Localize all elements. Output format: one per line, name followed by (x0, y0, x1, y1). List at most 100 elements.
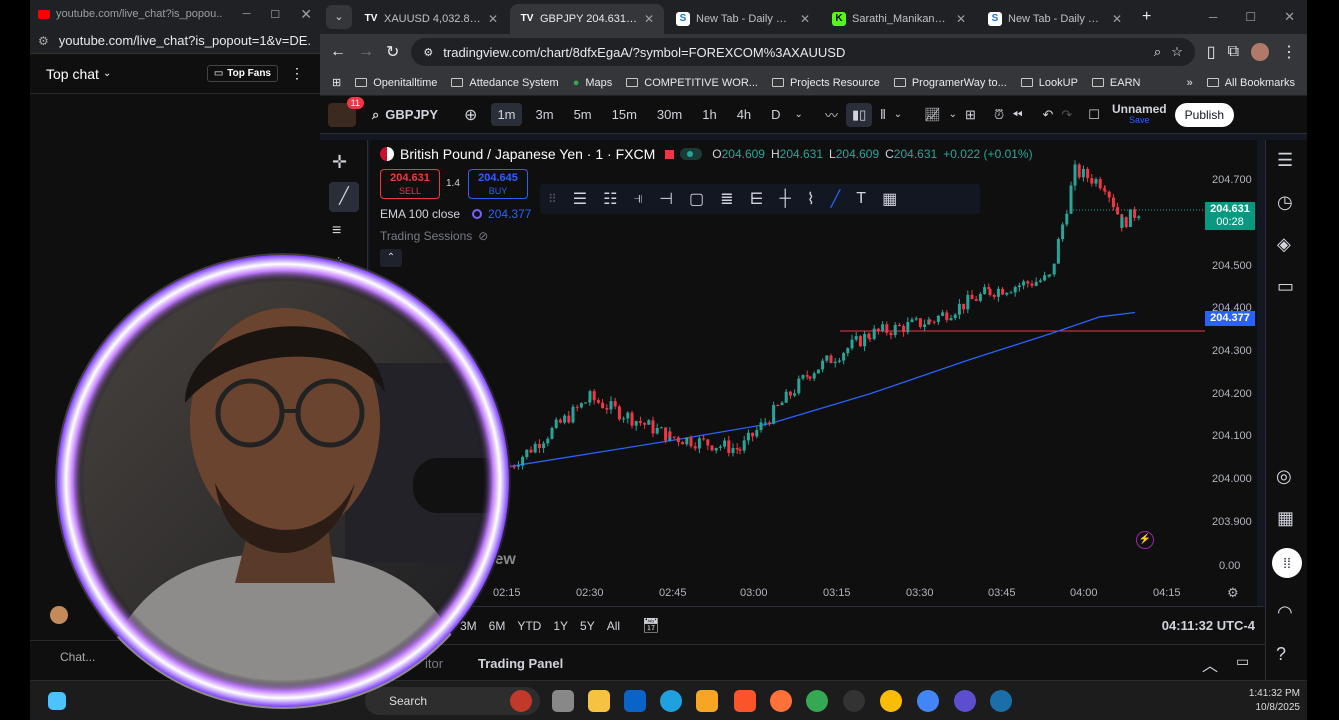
layouts-icon[interactable]: ⊞ (965, 107, 976, 123)
range-5y[interactable]: 5Y (580, 619, 595, 633)
interval-15m[interactable]: 15m (606, 103, 643, 126)
zoom-icon[interactable]: ⌕ (1154, 44, 1161, 60)
range-all[interactable]: All (607, 619, 620, 633)
bookmark-competitive[interactable]: COMPETITIVE WOR... (626, 77, 758, 89)
collapse-panel-icon[interactable]: ︿ (1202, 652, 1218, 676)
site-info-icon[interactable]: ⚙ (423, 46, 433, 59)
tool-text-icon[interactable]: T (856, 190, 866, 208)
bookmark-lookup[interactable]: LookUP (1020, 77, 1078, 89)
lightning-icon[interactable]: ⚡ (1136, 531, 1154, 549)
firefox-icon[interactable] (770, 690, 792, 712)
candles-icon[interactable]: ▮▯ (845, 102, 873, 127)
watchlist-icon[interactable]: ☰ (1277, 150, 1293, 171)
target-icon[interactable]: ◎ (1276, 466, 1292, 487)
interval-1m[interactable]: 1m (491, 103, 522, 126)
maximize-panel-icon[interactable]: ▭ (1236, 653, 1249, 670)
fullscreen-icon[interactable]: ☐ (1088, 107, 1100, 123)
tab-xauusd[interactable]: TV XAUUSD 4,032.87 ▲ ✕ (354, 4, 508, 34)
github-icon[interactable] (843, 690, 865, 712)
bookmark-openitalltime[interactable]: Openitalltime (355, 77, 437, 89)
obs-icon[interactable] (954, 690, 976, 712)
panel-tab-monitor[interactable]: itor (425, 656, 443, 671)
tab-search-icon[interactable]: ⌄ (326, 5, 352, 29)
trendline-icon[interactable]: ╱ (329, 182, 359, 212)
fib-icon[interactable]: ≡ (332, 222, 341, 240)
all-bookmarks[interactable]: All Bookmarks (1206, 77, 1295, 89)
symbol-search[interactable]: ⌕ GBPJPY (372, 107, 438, 123)
compare-add-icon[interactable]: ⊕ (464, 105, 477, 125)
ema-legend[interactable]: EMA 100 close 204.377 (380, 207, 531, 221)
minimize-icon[interactable]: ─ (1209, 10, 1218, 24)
chrome-dev-icon[interactable] (880, 690, 902, 712)
site-settings-icon[interactable]: ⚙ (38, 34, 49, 48)
outlook-icon[interactable] (624, 690, 646, 712)
undo-icon[interactable]: ↶ (1042, 107, 1053, 123)
chrome-active-icon[interactable] (917, 690, 939, 712)
drag-handle-icon[interactable]: ⠿ (548, 192, 557, 206)
alert-icon[interactable]: ⏰︎ (994, 107, 1004, 123)
task-view-icon[interactable] (552, 690, 574, 712)
replay-icon[interactable]: ⏪︎ (1012, 107, 1022, 123)
tab-new-tab-2[interactable]: S New Tab - Daily Moti ✕ (978, 4, 1132, 34)
sessions-legend[interactable]: Trading Sessions ⊘ (380, 229, 488, 243)
tool-measure-icon[interactable]: ⊣ (659, 189, 673, 209)
alerts-clock-icon[interactable]: ◷ (1277, 192, 1293, 213)
tool-grid-icon[interactable]: ▦ (882, 189, 897, 209)
bookmark-projects[interactable]: Projects Resource (771, 77, 880, 89)
bookmark-earn[interactable]: EARN (1091, 77, 1140, 89)
steam-icon[interactable] (990, 690, 1012, 712)
chat-icon[interactable]: ▭ (1277, 276, 1294, 297)
buy-button[interactable]: 204.645 BUY (468, 169, 528, 199)
profile-avatar[interactable] (1251, 43, 1269, 61)
tool-settings-icon[interactable]: ☰ (573, 189, 587, 209)
apps-icon[interactable]: ⊞ (332, 76, 341, 89)
maximize-icon[interactable]: ☐ (1245, 10, 1256, 24)
url-field[interactable]: ⚙ tradingview.com/chart/8dfxEgaA/?symbol… (411, 38, 1195, 66)
help-icon[interactable]: ? (1276, 644, 1286, 665)
maximize-icon[interactable]: ☐ (270, 8, 280, 21)
new-tab-icon[interactable]: + (1142, 8, 1151, 26)
brave-icon[interactable] (734, 690, 756, 712)
menu-icon[interactable]: ⋮ (1281, 42, 1297, 62)
chat-mode-dropdown[interactable]: Top chat ⌄ (46, 66, 111, 82)
more-options-icon[interactable]: ⋮ (290, 65, 304, 82)
tool-trendline-icon[interactable]: ╱ (831, 189, 841, 209)
close-tab-icon[interactable]: ✕ (800, 12, 810, 26)
price-axis[interactable]: 204.700 204.500 204.400 204.300 204.200 … (1205, 140, 1257, 606)
more-bookmarks-icon[interactable]: » (1187, 77, 1193, 89)
start-icon[interactable] (48, 692, 66, 710)
legend-title[interactable]: British Pound / Japanese Yen · 1 · FXCM (400, 146, 655, 162)
crosshair-icon[interactable]: ✛ (332, 152, 347, 173)
extensions-icon[interactable]: ⧉ (1228, 43, 1239, 61)
reload-icon[interactable]: ↻ (386, 42, 399, 62)
interval-1h[interactable]: 1h (696, 103, 722, 126)
close-tab-icon[interactable]: ✕ (488, 12, 498, 26)
tool-cross-icon[interactable]: ┼ (780, 190, 791, 208)
back-icon[interactable]: ← (330, 43, 346, 61)
interval-3m[interactable]: 3m (530, 103, 560, 126)
collapse-legend-icon[interactable]: ⌃ (380, 249, 402, 267)
publish-button[interactable]: Publish (1174, 102, 1234, 127)
indicators-dropdown-icon[interactable]: ⌄ (949, 109, 957, 120)
tool-rectangle-icon[interactable]: ▢ (689, 189, 704, 209)
popout-url[interactable]: youtube.com/live_chat?is_popout=1&v=DE..… (59, 33, 312, 48)
octopus-icon[interactable] (510, 690, 532, 712)
bookmark-icon[interactable]: ▯ (1207, 42, 1216, 62)
object-tree-icon[interactable]: ◈ (1277, 234, 1291, 255)
interval-dropdown-icon[interactable]: ⌄ (795, 109, 803, 120)
time-axis[interactable]: 02:15 02:30 02:45 03:00 03:15 03:30 03:4… (370, 580, 1257, 606)
file-explorer-icon[interactable] (588, 690, 610, 712)
close-icon[interactable]: ✕ (300, 6, 312, 23)
range-6m[interactable]: 6M (489, 619, 506, 633)
range-1y[interactable]: 1Y (553, 619, 568, 633)
interval-5m[interactable]: 5m (568, 103, 598, 126)
close-tab-icon[interactable]: ✕ (644, 12, 654, 26)
tab-gbpjpy[interactable]: TV GBPJPY 204.631 ▲ +0 ✕ (510, 4, 664, 34)
top-fans-button[interactable]: ▭ Top Fans (206, 65, 278, 82)
goto-date-icon[interactable]: 📅︎ (642, 617, 660, 634)
bookmark-programerway[interactable]: ProgramerWay to... (893, 77, 1007, 89)
tool-channel-icon[interactable]: ⋿ (750, 189, 764, 209)
redo-icon[interactable]: ↷ (1061, 107, 1072, 123)
winrar-icon[interactable] (696, 690, 718, 712)
flag-marker-icon[interactable] (665, 149, 675, 159)
